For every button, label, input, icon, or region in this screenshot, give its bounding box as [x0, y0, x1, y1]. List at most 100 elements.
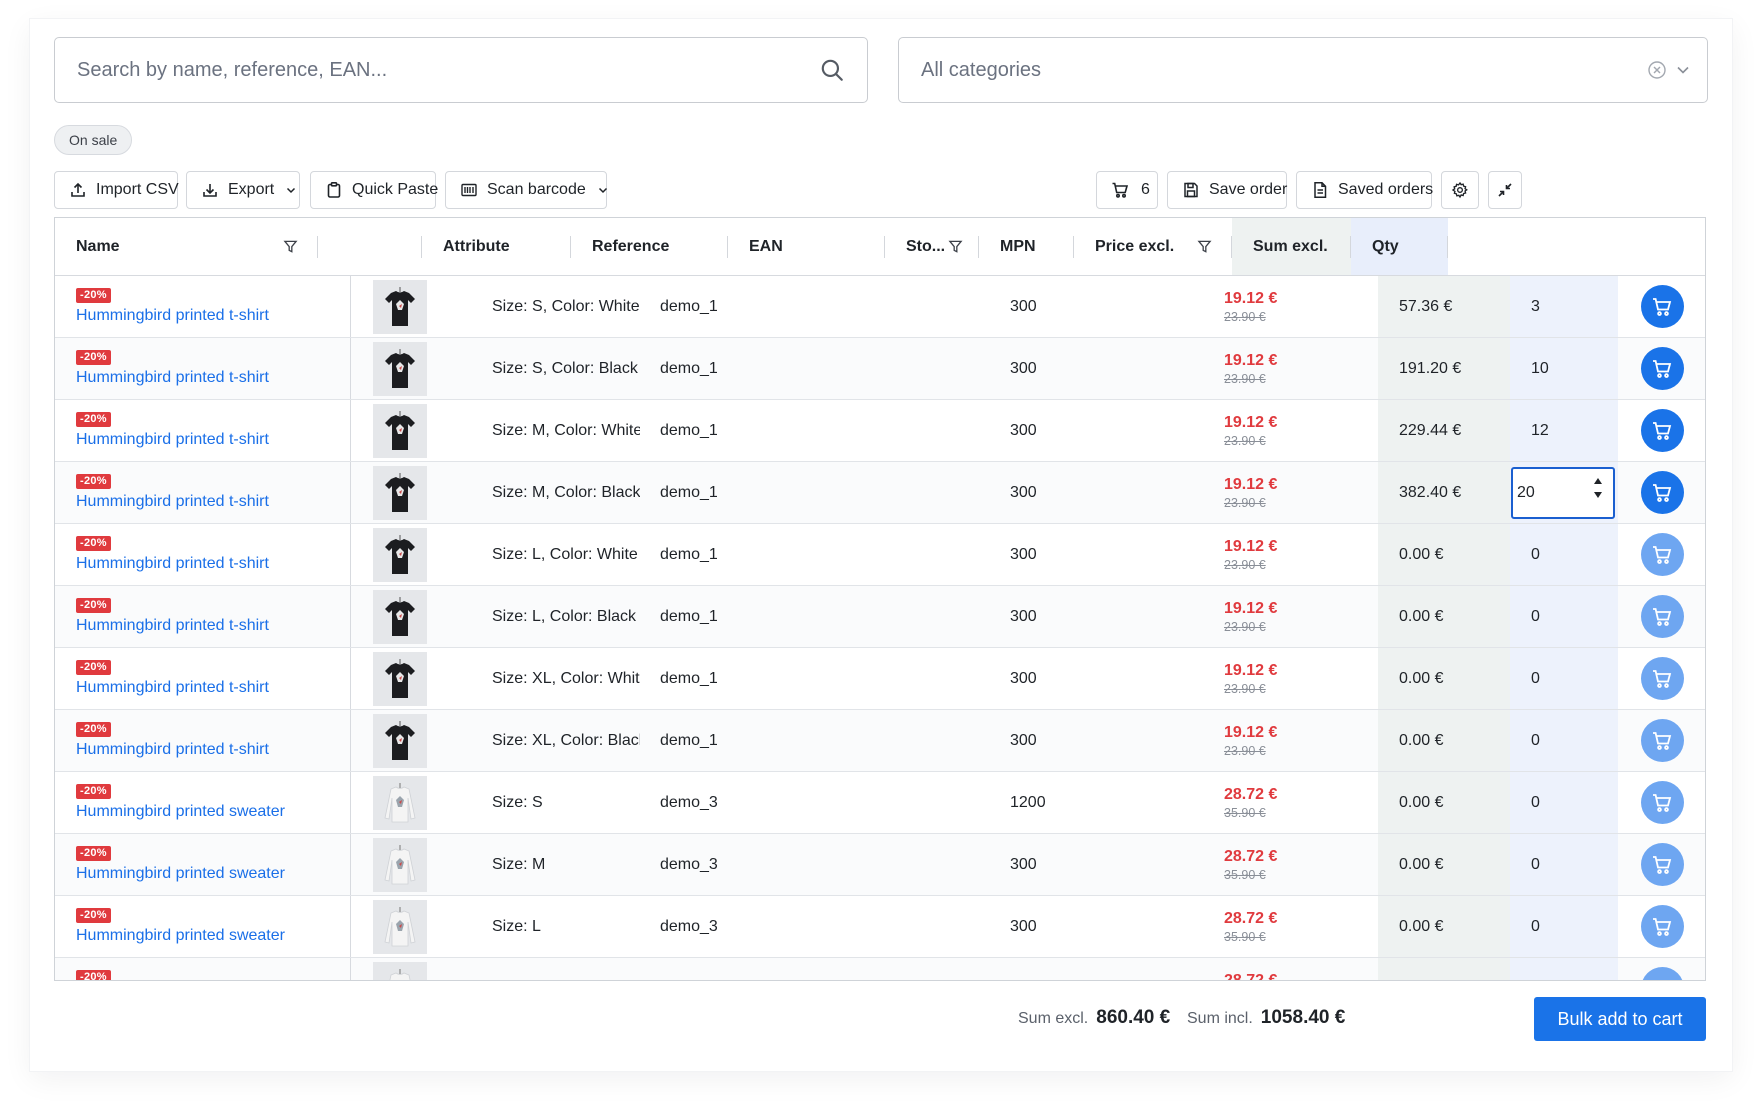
- column-header-mpn[interactable]: MPN: [979, 218, 1074, 275]
- qty-cell[interactable]: 0: [1510, 834, 1618, 895]
- qty-cell[interactable]: 0: [1510, 958, 1618, 980]
- on-sale-chip[interactable]: On sale: [54, 125, 133, 155]
- column-header-attribute[interactable]: Attribute: [422, 218, 571, 275]
- product-link[interactable]: Hummingbird printed sweater: [76, 865, 285, 883]
- search-input[interactable]: Search by name, reference, EAN...: [54, 37, 868, 103]
- add-to-cart-button[interactable]: [1640, 657, 1684, 700]
- add-to-cart-button[interactable]: [1640, 285, 1684, 328]
- product-thumbnail[interactable]: [373, 465, 427, 520]
- original-price: 23.90 €: [1224, 557, 1266, 572]
- category-select[interactable]: All categories: [898, 37, 1708, 103]
- scan-barcode-label: Scan barcode: [487, 181, 586, 198]
- cart-cell: [1618, 710, 1705, 771]
- product-link[interactable]: Hummingbird printed t-shirt: [76, 307, 269, 325]
- quick-paste-button[interactable]: Quick Paste: [310, 171, 439, 209]
- qty-cell[interactable]: 0: [1510, 524, 1618, 585]
- product-thumbnail[interactable]: [373, 279, 427, 334]
- add-to-cart-button[interactable]: [1640, 471, 1684, 514]
- column-header-sum[interactable]: Sum excl.: [1232, 218, 1351, 275]
- stock-cell: 300: [1010, 669, 1037, 687]
- add-to-cart-button[interactable]: [1640, 533, 1684, 576]
- sum-cell: 0.00 €: [1378, 896, 1510, 957]
- column-header-ean[interactable]: EAN: [728, 218, 885, 275]
- settings-button[interactable]: [1441, 171, 1479, 209]
- chevron-down-icon[interactable]: [1675, 62, 1691, 78]
- product-link[interactable]: Hummingbird printed sweater: [76, 803, 285, 821]
- sum-excl-value: 860.40 €: [1096, 1007, 1171, 1028]
- add-to-cart-button[interactable]: [1640, 719, 1684, 762]
- qty-cell[interactable]: 3: [1510, 276, 1618, 337]
- qty-value: 0: [1531, 793, 1540, 811]
- product-link[interactable]: Hummingbird printed t-shirt: [76, 369, 269, 387]
- product-link[interactable]: Hummingbird printed t-shirt: [76, 679, 269, 697]
- product-thumbnail[interactable]: [373, 341, 427, 396]
- qty-cell[interactable]: 0: [1510, 648, 1618, 709]
- search-icon[interactable]: [819, 57, 845, 83]
- price-cell: 19.12 € 23.90 €: [1224, 400, 1277, 461]
- qty-cell[interactable]: 10: [1510, 338, 1618, 399]
- column-header-reference[interactable]: Reference: [571, 218, 728, 275]
- add-to-cart-button[interactable]: [1640, 781, 1684, 824]
- add-to-cart-button[interactable]: [1640, 905, 1684, 948]
- product-link[interactable]: Hummingbird printed t-shirt: [76, 431, 269, 449]
- spin-up-icon[interactable]: [1593, 477, 1603, 485]
- column-header-qty[interactable]: Qty: [1351, 218, 1448, 275]
- product-thumbnail[interactable]: [373, 899, 427, 954]
- add-to-cart-button[interactable]: [1640, 409, 1684, 452]
- product-thumbnail[interactable]: [373, 961, 427, 980]
- product-thumbnail[interactable]: [373, 837, 427, 892]
- qty-cell[interactable]: 12: [1510, 400, 1618, 461]
- price-cell: 28.72 € 35.90 €: [1224, 772, 1277, 833]
- column-divider: [1447, 236, 1448, 258]
- filter-icon[interactable]: [1197, 239, 1212, 254]
- saved-orders-label: Saved orders: [1338, 181, 1434, 198]
- stock-cell: 300: [1010, 855, 1037, 873]
- product-thumbnail[interactable]: [373, 651, 427, 706]
- product-thumbnail[interactable]: [373, 775, 427, 830]
- product-thumbnail[interactable]: [373, 589, 427, 644]
- attribute-cell: Size: M, Color: Black: [492, 483, 640, 501]
- bulk-add-to-cart-button[interactable]: Bulk add to cart: [1534, 997, 1706, 1041]
- filter-icon[interactable]: [948, 239, 963, 254]
- product-thumbnail[interactable]: [373, 403, 427, 458]
- column-header-price[interactable]: Price excl.: [1074, 218, 1232, 275]
- qty-cell[interactable]: 0: [1510, 896, 1618, 957]
- collapse-button[interactable]: [1488, 171, 1522, 209]
- product-link[interactable]: Hummingbird printed t-shirt: [76, 555, 269, 573]
- qty-cell[interactable]: 0: [1510, 586, 1618, 647]
- column-header-name[interactable]: Name: [55, 218, 318, 275]
- column-label: Sum excl.: [1253, 237, 1328, 255]
- clear-icon[interactable]: [1647, 60, 1667, 80]
- qty-stepper[interactable]: [1593, 477, 1603, 499]
- scan-barcode-button[interactable]: Scan barcode: [445, 171, 607, 209]
- spin-down-icon[interactable]: [1593, 491, 1603, 499]
- qty-cell[interactable]: 0: [1510, 772, 1618, 833]
- original-price: 23.90 €: [1224, 743, 1266, 758]
- column-header-stock[interactable]: Sto...: [885, 218, 979, 275]
- cart-button[interactable]: 6: [1096, 171, 1158, 209]
- product-link[interactable]: Hummingbird printed t-shirt: [76, 493, 269, 511]
- qty-cell[interactable]: 0: [1510, 710, 1618, 771]
- import-csv-button[interactable]: Import CSV: [54, 171, 179, 209]
- add-to-cart-button[interactable]: [1640, 347, 1684, 390]
- product-link[interactable]: Hummingbird printed sweater: [76, 927, 285, 945]
- product-link[interactable]: Hummingbird printed t-shirt: [76, 617, 269, 635]
- add-to-cart-button[interactable]: [1640, 967, 1684, 980]
- product-thumbnail[interactable]: [373, 527, 427, 582]
- add-to-cart-button[interactable]: [1640, 843, 1684, 886]
- qty-input[interactable]: 20: [1511, 467, 1615, 519]
- qty-value: 3: [1531, 297, 1540, 315]
- filter-icon[interactable]: [283, 239, 298, 254]
- image-cell: [373, 276, 429, 337]
- saved-orders-button[interactable]: Saved orders: [1296, 171, 1434, 209]
- export-button[interactable]: Export: [186, 171, 300, 209]
- product-thumbnail[interactable]: [373, 713, 427, 768]
- sale-price: 19.12 €: [1224, 723, 1278, 741]
- quick-paste-label: Quick Paste: [352, 181, 439, 198]
- product-table: Name Attribute Reference EAN Sto... MPN …: [54, 217, 1706, 981]
- save-order-button[interactable]: Save order: [1167, 171, 1287, 209]
- product-link[interactable]: Hummingbird printed t-shirt: [76, 741, 269, 759]
- reference-cell: demo_1: [660, 297, 718, 315]
- price-cell: 19.12 € 23.90 €: [1224, 710, 1277, 771]
- add-to-cart-button[interactable]: [1640, 595, 1684, 638]
